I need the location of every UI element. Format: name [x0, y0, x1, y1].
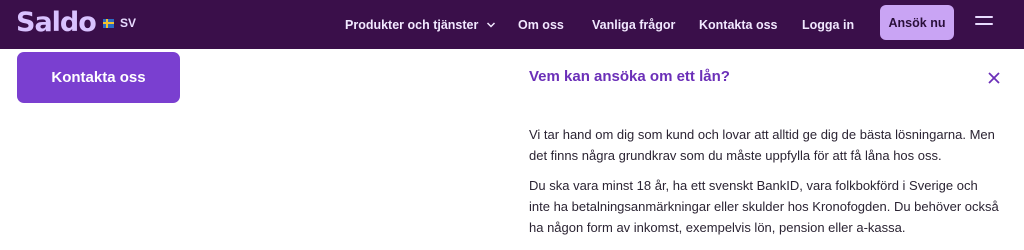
saldo-logo[interactable]: Saldo: [16, 6, 97, 40]
hamburger-menu-icon[interactable]: [975, 16, 993, 28]
sweden-flag-icon: [103, 18, 114, 28]
faq-question[interactable]: Vem kan ansöka om ett lån?: [529, 68, 730, 85]
language-selector[interactable]: SV: [103, 14, 136, 32]
faq-answer-paragraph: Du ska vara minst 18 år, ha ett svenskt …: [529, 178, 999, 235]
faq-answer-paragraph: Vi tar hand om dig som kund och lovar at…: [529, 127, 995, 163]
language-label: SV: [120, 16, 137, 30]
chevron-down-icon: [487, 21, 496, 28]
nav-login[interactable]: Logga in: [802, 0, 854, 49]
nav-contact-us[interactable]: Kontakta oss: [699, 0, 778, 49]
nav-products-label: Produkter och tjänster: [345, 17, 479, 32]
apply-now-button[interactable]: Ansök nu: [880, 5, 954, 40]
nav-about-us[interactable]: Om oss: [518, 0, 564, 49]
nav-products-and-services[interactable]: Produkter och tjänster: [345, 0, 496, 49]
contact-us-button[interactable]: Kontakta oss: [17, 52, 180, 103]
close-icon[interactable]: [986, 70, 1002, 86]
nav-faq[interactable]: Vanliga frågor: [592, 0, 675, 49]
top-navigation-bar: Saldo SV Produkter och tjänster Om oss V…: [0, 0, 1024, 49]
